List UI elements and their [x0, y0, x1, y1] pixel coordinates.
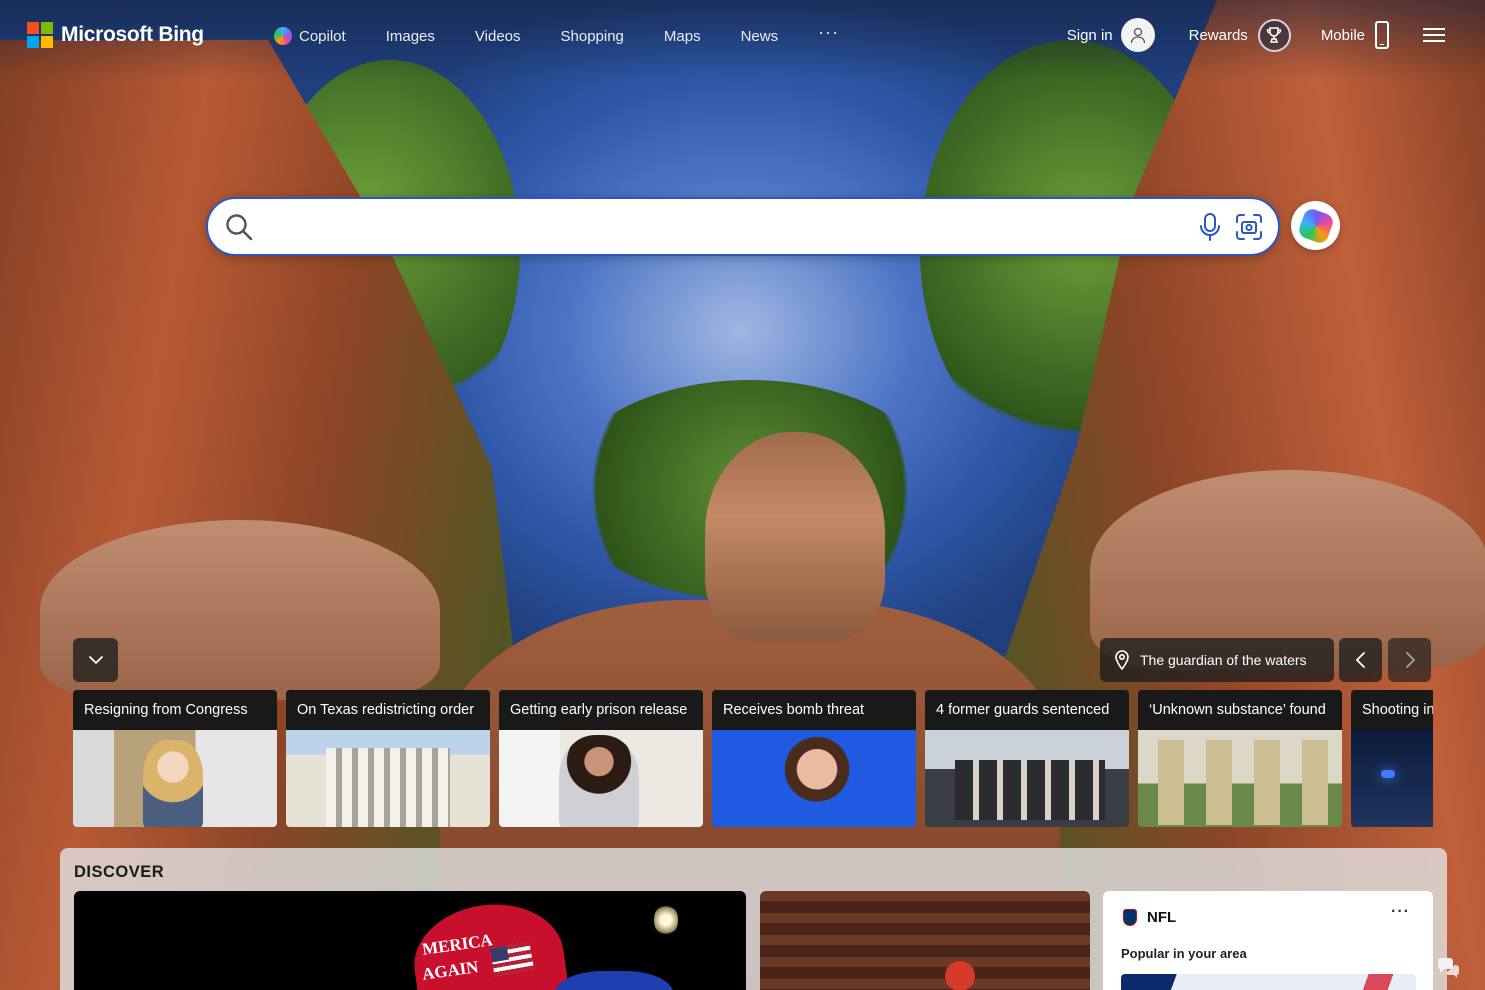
news-card[interactable]: Resigning from Congress: [73, 690, 277, 827]
nav-shopping[interactable]: Shopping: [561, 28, 624, 45]
news-card-image: [499, 730, 703, 827]
nfl-team-banner[interactable]: [1121, 974, 1416, 990]
search-box: [206, 197, 1280, 256]
phone-icon: [1375, 21, 1389, 49]
news-card-image: [712, 730, 916, 827]
header-actions: Sign in Rewards Mobile: [1067, 18, 1445, 52]
chevron-right-icon: [1405, 652, 1415, 668]
discover-title: DISCOVER: [74, 863, 165, 881]
nfl-more-button[interactable]: ···: [1391, 903, 1410, 921]
trophy-icon: [1257, 18, 1291, 52]
news-card[interactable]: On Texas redistricting order: [286, 690, 490, 827]
discover-section: DISCOVER MERICA AGAIN NFL ··· Popular in…: [60, 848, 1447, 990]
rewards-label: Rewards: [1188, 26, 1248, 44]
header: Microsoft Bing Copilot Images Videos Sho…: [0, 0, 1485, 72]
nfl-label: NFL: [1147, 909, 1177, 926]
news-card-title: ‘Unknown substance’ found: [1138, 690, 1342, 730]
copilot-icon: [274, 27, 292, 45]
statue-head: [705, 432, 885, 642]
rewards-button[interactable]: Rewards: [1188, 18, 1291, 52]
nav-videos[interactable]: Videos: [475, 28, 521, 45]
news-card[interactable]: Shooting in: [1351, 690, 1433, 827]
background-image: [0, 0, 1485, 990]
news-card-title: On Texas redistricting order: [286, 690, 490, 730]
nav-images-label: Images: [385, 27, 435, 45]
nav-more-button[interactable]: ···: [818, 22, 839, 43]
bing-logo[interactable]: Microsoft Bing: [27, 22, 204, 48]
nav-maps-label: Maps: [663, 27, 701, 45]
collapse-button[interactable]: [73, 638, 118, 682]
light-image: [654, 903, 678, 937]
news-card-title: Shooting in: [1351, 690, 1433, 730]
location-pin-icon: [1115, 650, 1129, 670]
news-card-image: [286, 730, 490, 827]
sign-in-button[interactable]: Sign in: [1067, 18, 1155, 52]
image-title: The guardian of the waters: [1140, 652, 1307, 668]
news-card[interactable]: Receives bomb threat: [712, 690, 916, 827]
news-card[interactable]: 4 former guards sentenced: [925, 690, 1129, 827]
avatar-icon: [1120, 18, 1155, 52]
image-title-button[interactable]: The guardian of the waters: [1100, 638, 1334, 682]
top-nav: Copilot Images Videos Shopping Maps News…: [274, 22, 839, 45]
nav-videos-label: Videos: [474, 27, 521, 45]
news-card-title: 4 former guards sentenced: [925, 690, 1129, 730]
news-card-image: [1138, 730, 1342, 827]
nav-copilot-label: Copilot: [299, 27, 346, 45]
chevron-left-icon: [1355, 652, 1365, 668]
copilot-button[interactable]: [1291, 201, 1340, 250]
news-card[interactable]: Getting early prison release: [499, 690, 703, 827]
news-card-title: Resigning from Congress: [73, 690, 277, 730]
news-card-title: Getting early prison release: [499, 690, 703, 730]
chevron-down-icon: [88, 656, 103, 665]
copilot-logo-icon: [1296, 206, 1335, 245]
discover-secondary-card[interactable]: [760, 891, 1090, 990]
mobile-label: Mobile: [1320, 26, 1365, 44]
nav-images[interactable]: Images: [386, 28, 435, 45]
feedback-chat-icon[interactable]: [1435, 955, 1461, 986]
nav-shopping-label: Shopping: [560, 27, 624, 45]
nfl-subtitle: Popular in your area: [1121, 946, 1247, 961]
microphone-icon[interactable]: [1198, 212, 1222, 247]
discover-feature-card[interactable]: MERICA AGAIN: [74, 891, 746, 990]
nav-news[interactable]: News: [741, 28, 779, 45]
arm-image: [554, 971, 674, 990]
nfl-widget[interactable]: NFL ··· Popular in your area: [1103, 891, 1433, 990]
nav-copilot[interactable]: Copilot: [274, 27, 346, 45]
news-card-image: [73, 730, 277, 827]
mobile-button[interactable]: Mobile: [1321, 21, 1389, 49]
menu-icon[interactable]: [1423, 24, 1445, 46]
previous-image-button[interactable]: [1339, 638, 1382, 682]
microsoft-logo-icon: [27, 22, 53, 48]
brand-name: Microsoft Bing: [61, 23, 204, 46]
news-card-title: Receives bomb threat: [712, 690, 916, 730]
news-card-image: [925, 730, 1129, 827]
nav-maps[interactable]: Maps: [664, 28, 701, 45]
nav-news-label: News: [740, 27, 779, 45]
nfl-shield-icon: [1123, 909, 1137, 926]
visual-search-icon[interactable]: [1234, 212, 1264, 247]
next-image-button[interactable]: [1388, 638, 1431, 682]
news-card-image: [1351, 730, 1433, 827]
news-carousel: Resigning from Congress On Texas redistr…: [73, 690, 1433, 828]
sign-in-label: Sign in: [1066, 26, 1113, 44]
search-icon: [224, 212, 254, 247]
news-card[interactable]: ‘Unknown substance’ found: [1138, 690, 1342, 827]
search-input[interactable]: [266, 209, 1166, 245]
